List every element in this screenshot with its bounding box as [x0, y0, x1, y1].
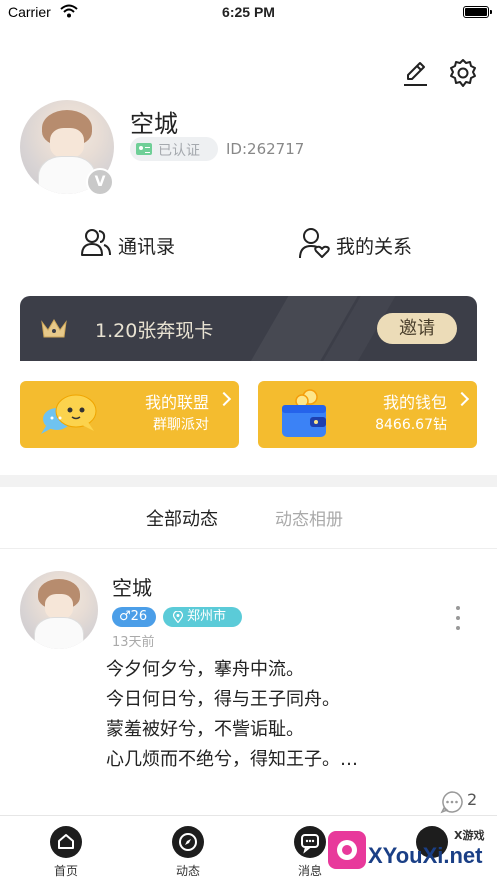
post-timestamp: 13天前 — [112, 635, 155, 650]
site-watermark: X游戏 XYouXi.net — [328, 825, 497, 883]
post-line: 蒙羞被好兮，不訾诟耻。 — [106, 719, 304, 740]
crown-icon — [41, 319, 67, 338]
alliance-subtitle: 群聊派对 — [153, 417, 209, 433]
tabbar-feed-label: 动态 — [175, 864, 200, 878]
post-content[interactable]: 今夕何夕兮，搴舟中流。 今日何日兮，得与王子同舟。 蒙羞被好兮，不訾诟耻。 心几… — [106, 655, 476, 775]
profile-name: 空城 — [130, 110, 178, 138]
comment-button[interactable]: 2 — [440, 790, 490, 814]
location-text: 郑州市 — [187, 609, 227, 624]
more-options-icon[interactable] — [453, 606, 463, 638]
wallet-balance: 8466.67钻 — [375, 417, 447, 433]
location-badge: 郑州市 — [163, 607, 242, 627]
chevron-right-icon — [216, 391, 232, 407]
message-icon — [294, 826, 326, 858]
watermark-logo-icon — [328, 831, 366, 869]
verified-badge: 已认证 — [130, 137, 218, 161]
contacts-link[interactable]: 通讯录 — [80, 226, 190, 262]
avatar-body — [34, 617, 84, 649]
wallet-title: 我的钱包 — [382, 393, 447, 412]
tab-all-posts[interactable]: 全部动态 — [146, 505, 218, 531]
profile-id: ID:262717 — [226, 140, 305, 158]
post-author-name[interactable]: 空城 — [112, 572, 152, 601]
wallet-tile[interactable]: 我的钱包 8466.67钻 — [258, 381, 477, 448]
verified-label: 已认证 — [158, 143, 200, 159]
battery-icon — [463, 6, 492, 18]
wallet-icon — [282, 389, 326, 437]
contacts-label: 通讯录 — [118, 236, 176, 258]
tabbar-feed[interactable]: 动态 — [153, 826, 223, 882]
alliance-title: 我的联盟 — [144, 393, 209, 412]
avatar-face — [45, 594, 73, 619]
gender-age-badge: ♂26 — [112, 607, 156, 627]
vip-badge: V — [86, 168, 114, 196]
user-heart-icon — [299, 228, 330, 259]
status-bar: Carrier 6:25 PM — [0, 0, 497, 26]
compass-icon — [172, 826, 204, 858]
meetup-card-count: 1.20张奔现卡 — [95, 320, 214, 342]
feed-tabs: 全部动态 动态相册 — [0, 487, 497, 549]
contacts-icon — [81, 229, 111, 256]
clock: 6:25 PM — [222, 4, 275, 20]
comment-count: 2 — [467, 790, 478, 809]
invite-button[interactable]: 邀请 — [377, 313, 457, 344]
watermark-brand: XYouXi.net — [368, 843, 483, 868]
meetup-card-banner[interactable]: 1.20张奔现卡 邀请 — [20, 296, 477, 361]
location-pin-icon — [173, 611, 183, 623]
tabbar-home-label: 首页 — [53, 864, 78, 878]
relations-link[interactable]: 我的关系 — [298, 226, 428, 262]
edit-icon[interactable] — [400, 58, 430, 88]
section-divider — [0, 475, 497, 487]
gear-icon[interactable] — [448, 58, 478, 88]
chat-bubbles-icon — [41, 394, 97, 434]
post-author-avatar[interactable] — [20, 571, 98, 649]
id-card-icon — [136, 143, 152, 155]
post-line: 今日何日兮，得与王子同舟。 — [106, 689, 340, 710]
alliance-tile[interactable]: 我的联盟 群聊派对 — [20, 381, 239, 448]
home-icon — [50, 826, 82, 858]
post-line: 心几烦而不绝兮，得知王子。… — [106, 749, 358, 770]
relations-label: 我的关系 — [336, 236, 413, 258]
avatar-face — [50, 128, 84, 158]
tabbar-home[interactable]: 首页 — [31, 826, 101, 882]
tab-post-album[interactable]: 动态相册 — [275, 505, 343, 530]
watermark-cn: X游戏 — [454, 829, 485, 842]
comment-icon — [440, 791, 463, 814]
post-line: 今夕何夕兮，搴舟中流。 — [106, 659, 304, 680]
chevron-right-icon — [454, 391, 470, 407]
